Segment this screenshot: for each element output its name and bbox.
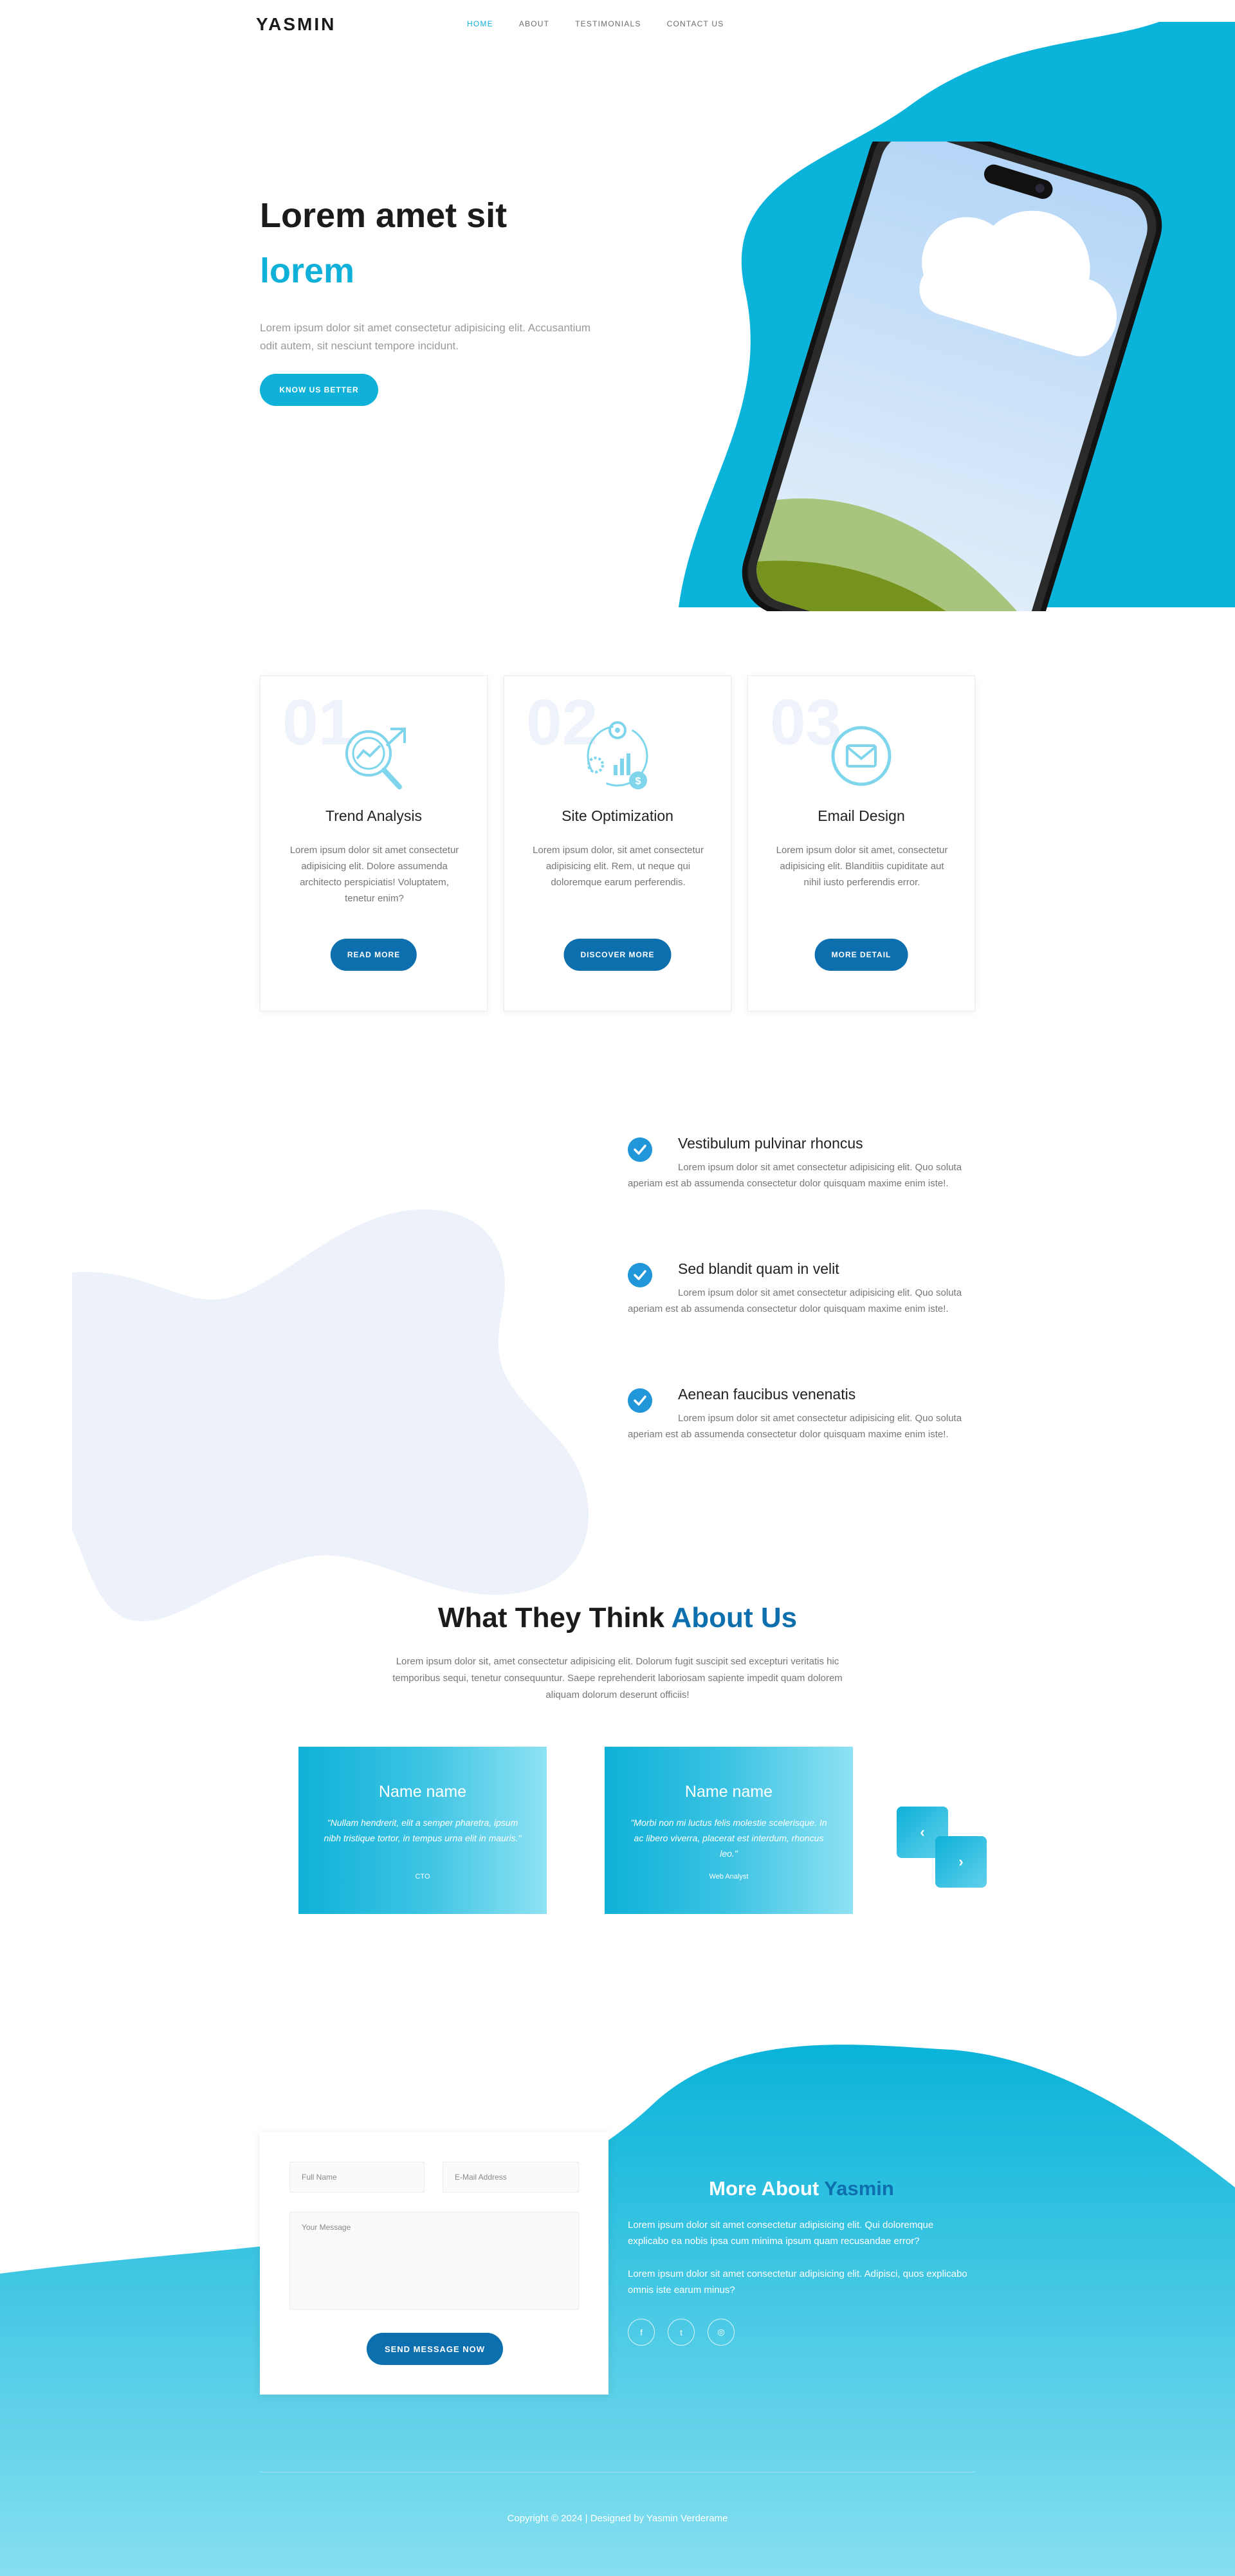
feature-title: Vestibulum pulvinar rhoncus: [678, 1135, 863, 1152]
message-field[interactable]: Your Message: [289, 2212, 579, 2310]
hero-text: Lorem ipsum dolor sit amet consectetur a…: [260, 322, 591, 352]
feature-item: Vestibulum pulvinar rhoncus Lorem ipsum …: [628, 1132, 975, 1235]
nav-link-home[interactable]: HOME: [467, 19, 493, 28]
about-paragraph: Lorem ipsum dolor sit amet consectetur a…: [628, 2220, 934, 2247]
facebook-icon[interactable]: f: [628, 2319, 655, 2346]
testimonials-heading-accent: About Us: [671, 1602, 798, 1633]
testimonials-text: Lorem ipsum dolor sit, amet consectetur …: [392, 1656, 843, 1700]
feature-item: Sed blandit quam in velit Lorem ipsum do…: [628, 1258, 975, 1361]
phone-illustration: [742, 142, 1162, 611]
feature-text: Lorem ipsum dolor sit amet consectetur a…: [628, 1413, 962, 1440]
testimonial-quote: "Morbi non mi luctus felis molestie scel…: [630, 1817, 827, 1859]
svg-text:$: $: [636, 776, 641, 787]
hero-title: Lorem amet sit: [260, 196, 508, 235]
contact-background-wave: [0, 2045, 1235, 2576]
email-field[interactable]: E-Mail Address: [443, 2162, 579, 2193]
testimonial-name: Name name: [684, 1783, 773, 1801]
feature-text: Lorem ipsum dolor sit amet consectetur a…: [628, 1287, 962, 1314]
more-detail-button[interactable]: MORE DETAIL: [814, 939, 908, 971]
instagram-icon[interactable]: ◎: [708, 2319, 735, 2346]
page: YASMIN HOME ABOUT TESTIMONIALS CONTACT U…: [0, 0, 1235, 2576]
site-optimization-icon: $: [587, 721, 648, 789]
testimonial-card: Name name "Morbi non mi luctus felis mol…: [605, 1747, 853, 1914]
main-menu: HOME ABOUT TESTIMONIALS CONTACT US: [467, 19, 724, 28]
nav-link-testimonials[interactable]: TESTIMONIALS: [575, 19, 641, 28]
trend-analysis-icon: [345, 728, 406, 789]
twitter-icon[interactable]: t: [668, 2319, 695, 2346]
testimonial-role: Web Analyst: [709, 1873, 749, 1881]
testimonials-heading: What They Think About Us: [0, 1602, 1235, 1634]
feature-text: Lorem ipsum dolor sit amet consectetur a…: [628, 1162, 962, 1189]
carousel-next-button[interactable]: ›: [935, 1836, 987, 1888]
send-message-button[interactable]: SEND MESSAGE NOW: [367, 2333, 503, 2365]
full-name-field[interactable]: Full Name: [289, 2162, 425, 2193]
feature-item: Aenean faucibus venenatis Lorem ipsum do…: [628, 1383, 975, 1486]
service-text: Lorem ipsum dolor, sit amet consectetur …: [533, 845, 704, 888]
testimonial-quote: "Nullam hendrerit, elit a semper pharetr…: [324, 1817, 522, 1843]
features-background-blob: [72, 1209, 589, 1621]
service-card-trend-analysis: 01 Trend Analysis Lorem ipsum dolor sit …: [260, 676, 488, 1011]
site-logo[interactable]: YASMIN: [256, 14, 336, 35]
service-title: Email Design: [818, 807, 905, 824]
check-circle-icon: [628, 1137, 652, 1162]
service-card-email-design: 03 Email Design Lorem ipsum dolor sit am…: [747, 676, 975, 1011]
about-heading-accent: Yasmin: [824, 2177, 894, 2200]
hero-subtitle: lorem: [260, 252, 355, 290]
contact-form: Full Name E-Mail Address Your Message SE…: [260, 2132, 608, 2395]
discover-more-button[interactable]: DISCOVER MORE: [563, 939, 672, 971]
testimonials-heading-main: What They Think: [437, 1602, 664, 1633]
nav-link-contact[interactable]: CONTACT US: [667, 19, 724, 28]
check-circle-icon: [628, 1388, 652, 1413]
about-heading: More About Yasmin: [628, 2177, 975, 2200]
top-navbar: YASMIN HOME ABOUT TESTIMONIALS CONTACT U…: [0, 0, 1235, 51]
about-paragraph: Lorem ipsum dolor sit amet consectetur a…: [628, 2268, 967, 2295]
testimonial-name: Name name: [378, 1783, 467, 1801]
copyright-text: Copyright © 2024 | Designed by Yasmin Ve…: [507, 2513, 728, 2524]
email-design-icon: [831, 726, 892, 786]
know-us-better-button[interactable]: KNOW US BETTER: [260, 374, 378, 406]
service-card-site-optimization: 02 $ Site Optimization Lorem ipsum dolor…: [504, 676, 731, 1011]
service-title: Site Optimization: [562, 807, 673, 824]
about-heading-main: More About: [709, 2177, 819, 2200]
testimonial-card: Name name "Nullam hendrerit, elit a semp…: [298, 1747, 547, 1914]
read-more-button[interactable]: READ MORE: [330, 939, 417, 971]
service-title: Trend Analysis: [325, 807, 422, 824]
testimonial-role: CTO: [415, 1873, 430, 1881]
feature-title: Aenean faucibus venenatis: [678, 1386, 856, 1403]
nav-link-about[interactable]: ABOUT: [519, 19, 549, 28]
service-text: Lorem ipsum dolor sit amet, consectetur …: [776, 845, 948, 888]
check-circle-icon: [628, 1263, 652, 1287]
service-text: Lorem ipsum dolor sit amet consectetur a…: [289, 845, 459, 904]
feature-title: Sed blandit quam in velit: [678, 1260, 839, 1277]
